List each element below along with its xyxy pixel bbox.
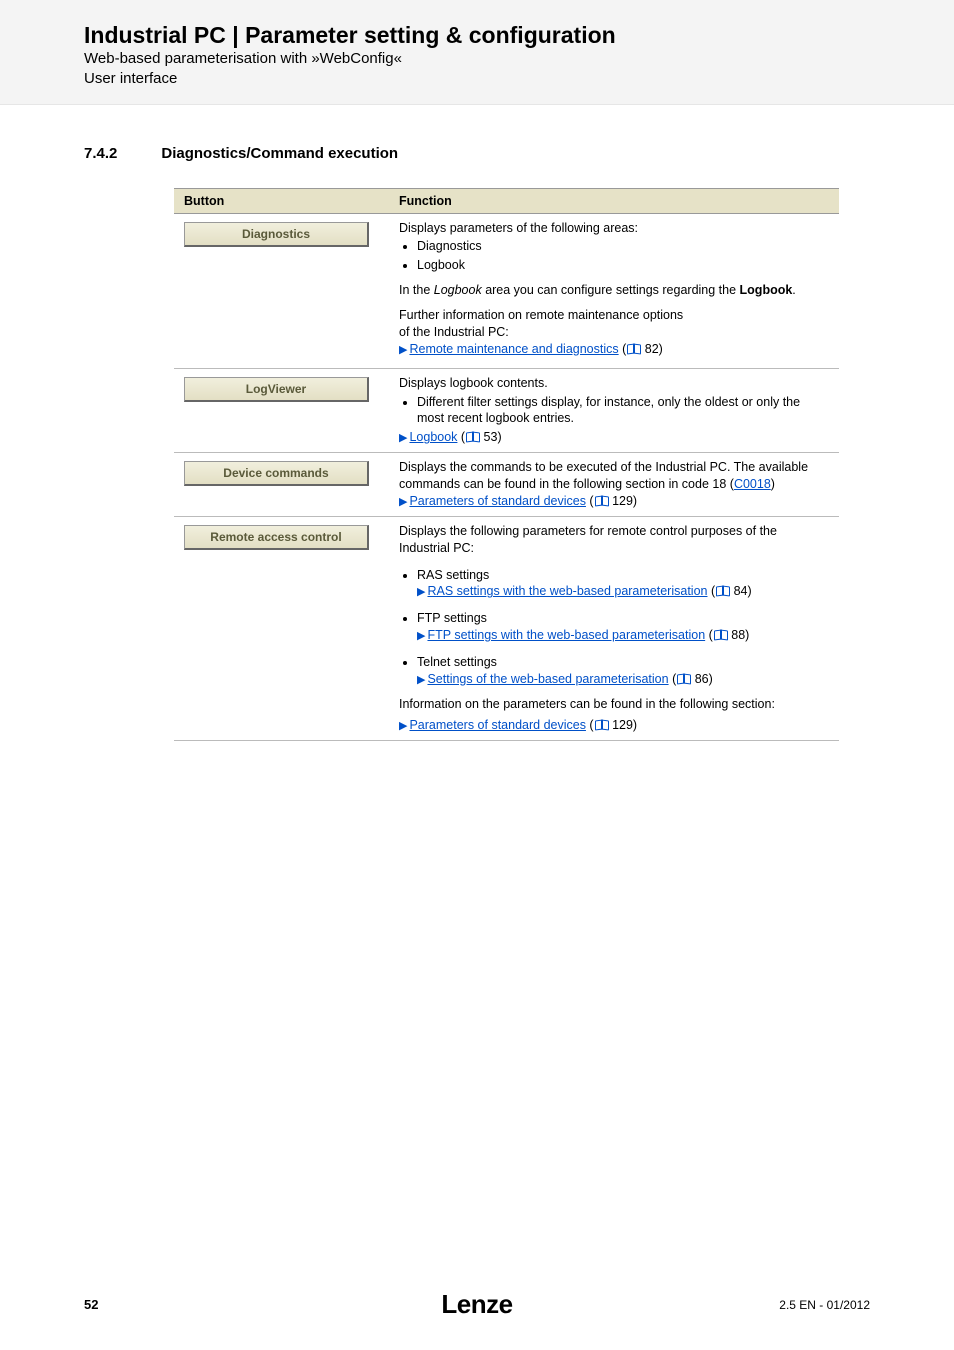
list-item: RAS settings ▶RAS settings with the web-… [417,567,829,601]
table-row: Diagnostics Displays parameters of the f… [174,213,839,368]
brand-logo: Lenze [441,1289,512,1320]
remote-param-link-row: ▶Parameters of standard devices ( 129) [399,717,829,734]
page-number: 52 [84,1297,98,1312]
main-title: Industrial PC | Parameter setting & conf… [84,22,954,49]
remote-info-line: Information on the parameters can be fou… [399,696,829,713]
book-icon [714,630,727,640]
content-area: 7.4.2 Diagnostics/Command execution Butt… [0,105,954,741]
list-item: Logbook [417,257,829,274]
logviewer-intro: Displays logbook contents. [399,375,829,392]
arrow-icon: ▶ [417,585,425,600]
telnet-settings-link[interactable]: Settings of the web-based parameterisati… [427,672,668,686]
table-row: Remote access control Displays the follo… [174,516,839,740]
ftp-settings-link[interactable]: FTP settings with the web-based paramete… [427,628,705,642]
arrow-icon: ▶ [399,719,407,734]
arrow-icon: ▶ [399,431,407,446]
list-item: Telnet settings ▶Settings of the web-bas… [417,654,829,688]
device-link-row: ▶Parameters of standard devices ( 129) [399,493,829,510]
arrow-icon: ▶ [399,495,407,510]
code-c0018-link[interactable]: C0018 [734,477,771,491]
logviewer-button[interactable]: LogViewer [184,377,369,402]
params-std-link[interactable]: Parameters of standard devices [409,494,585,508]
book-icon [627,344,640,354]
book-icon [595,720,608,730]
book-icon [716,586,729,596]
device-commands-button[interactable]: Device commands [184,461,369,486]
section-heading: 7.4.2 Diagnostics/Command execution [84,145,870,162]
section-title: Diagnostics/Command execution [161,145,398,162]
th-button: Button [174,188,389,213]
page-header: Industrial PC | Parameter setting & conf… [0,0,954,105]
arrow-icon: ▶ [399,343,407,358]
list-item: Diagnostics [417,238,829,255]
book-icon [677,674,690,684]
list-item: Different filter settings display, for i… [417,394,829,428]
remote-maintenance-link[interactable]: Remote maintenance and diagnostics [409,342,618,356]
table-row: Device commands Displays the commands to… [174,453,839,517]
logbook-link[interactable]: Logbook [409,430,457,444]
subtitle-1: Web-based parameterisation with »WebConf… [84,49,954,69]
params-std-link-2[interactable]: Parameters of standard devices [409,718,585,732]
remote-intro: Displays the following parameters for re… [399,523,829,557]
remote-access-button[interactable]: Remote access control [184,525,369,550]
footer-meta: 2.5 EN - 01/2012 [779,1298,870,1312]
book-icon [595,496,608,506]
list-item: FTP settings ▶FTP settings with the web-… [417,610,829,644]
diag-further: Further information on remote maintenanc… [399,307,829,358]
table-row: LogViewer Displays logbook contents. Dif… [174,368,839,453]
diagnostics-button[interactable]: Diagnostics [184,222,369,247]
function-table: Button Function Diagnostics Displays par… [174,188,839,741]
arrow-icon: ▶ [417,629,425,644]
page-footer: 52 Lenze 2.5 EN - 01/2012 [0,1297,954,1312]
diag-logbook-sentence: In the Logbook area you can configure se… [399,282,829,299]
book-icon [466,432,479,442]
ras-settings-link[interactable]: RAS settings with the web-based paramete… [427,584,707,598]
subtitle-2: User interface [84,69,954,89]
arrow-icon: ▶ [417,673,425,688]
section-number: 7.4.2 [84,145,117,162]
diag-intro: Displays parameters of the following are… [399,220,829,237]
th-function: Function [389,188,839,213]
logviewer-link-row: ▶Logbook ( 53) [399,429,829,446]
